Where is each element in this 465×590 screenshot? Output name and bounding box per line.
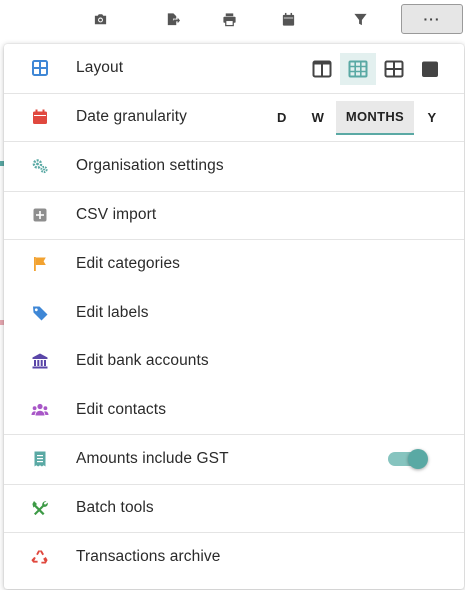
menu-item-edit-contacts[interactable]: Edit contacts: [4, 386, 464, 435]
granularity-year[interactable]: Y: [414, 101, 450, 135]
menu-item-edit-labels[interactable]: Edit labels: [4, 289, 464, 338]
recycle-icon: [30, 547, 50, 567]
calendar-icon: [282, 12, 294, 26]
menu-item-label: Batch tools: [76, 499, 154, 517]
layout-option-grid-four[interactable]: [376, 53, 412, 85]
granularity-day[interactable]: D: [264, 101, 300, 135]
menu-item-label: Edit labels: [76, 303, 149, 321]
more-horiz-icon: ···: [423, 11, 441, 27]
menu-group-edit: Edit categories Edit labels Edit bank ac…: [4, 239, 464, 434]
print-icon: [222, 12, 236, 26]
nine-grid-layout-icon: [348, 60, 368, 78]
layout-option-grid-nine[interactable]: [340, 53, 376, 85]
two-column-layout-icon: [312, 60, 332, 78]
single-layout-icon: [422, 61, 438, 77]
menu-item-label: Date granularity: [76, 108, 188, 126]
menu-item-label: Edit contacts: [76, 400, 167, 418]
more-options-menu: Layout Date granularity D W MONTHS Y Org…: [4, 44, 464, 589]
users-icon: [30, 400, 50, 420]
camera-icon: [94, 13, 106, 24]
menu-item-edit-bank-accounts[interactable]: Edit bank accounts: [4, 337, 464, 386]
calendar-button[interactable]: [257, 4, 319, 34]
menu-item-csv-import[interactable]: CSV import: [4, 190, 464, 240]
menu-item-label: Edit categories: [76, 255, 181, 273]
menu-item-label: Transactions archive: [76, 547, 221, 565]
camera-button[interactable]: [69, 4, 131, 34]
bank-icon: [30, 351, 50, 371]
menu-item-label: Amounts include GST: [76, 450, 229, 468]
menu-group-settings: Organisation settings CSV import: [4, 141, 464, 239]
more-options-button[interactable]: ···: [401, 4, 463, 34]
menu-item-label: Layout: [76, 59, 124, 77]
calendar-icon: [30, 107, 50, 127]
menu-item-label: Organisation settings: [76, 157, 224, 175]
menu-item-layout: Layout: [4, 44, 464, 93]
export-button[interactable]: [141, 4, 203, 34]
export-icon: [167, 12, 180, 25]
tools-icon: [30, 498, 50, 518]
toggle-knob: [408, 449, 428, 470]
menu-group-tools: Amounts include GST Batch tools Transact…: [4, 434, 464, 581]
cogs-icon: [30, 156, 50, 176]
four-grid-layout-icon: [384, 60, 404, 78]
flag-icon: [30, 254, 50, 274]
plus-square-icon: [30, 205, 50, 225]
menu-item-label: CSV import: [76, 206, 157, 224]
menu-group-view: Layout Date granularity D W MONTHS Y: [4, 44, 464, 141]
menu-item-organisation-settings[interactable]: Organisation settings: [4, 142, 464, 191]
menu-item-date-granularity: Date granularity D W MONTHS Y: [4, 92, 464, 142]
filter-icon: [353, 13, 367, 25]
granularity-selector: D W MONTHS Y: [264, 100, 450, 135]
top-toolbar: ···: [0, 0, 465, 38]
grid-layout-icon: [30, 58, 50, 78]
menu-item-amounts-include-gst[interactable]: Amounts include GST: [4, 435, 464, 484]
menu-item-transactions-archive[interactable]: Transactions archive: [4, 532, 464, 581]
tag-icon: [30, 303, 50, 323]
filter-button[interactable]: [329, 4, 391, 34]
layout-options: [304, 53, 448, 85]
layout-option-two-column[interactable]: [304, 53, 340, 85]
layout-option-single[interactable]: [412, 53, 448, 85]
granularity-week[interactable]: W: [300, 101, 336, 135]
menu-item-batch-tools[interactable]: Batch tools: [4, 483, 464, 533]
granularity-months[interactable]: MONTHS: [335, 100, 414, 135]
receipt-icon: [30, 449, 50, 469]
print-button[interactable]: [198, 4, 260, 34]
menu-item-label: Edit bank accounts: [76, 352, 209, 370]
gst-toggle[interactable]: [388, 449, 428, 470]
menu-item-edit-categories[interactable]: Edit categories: [4, 240, 464, 289]
